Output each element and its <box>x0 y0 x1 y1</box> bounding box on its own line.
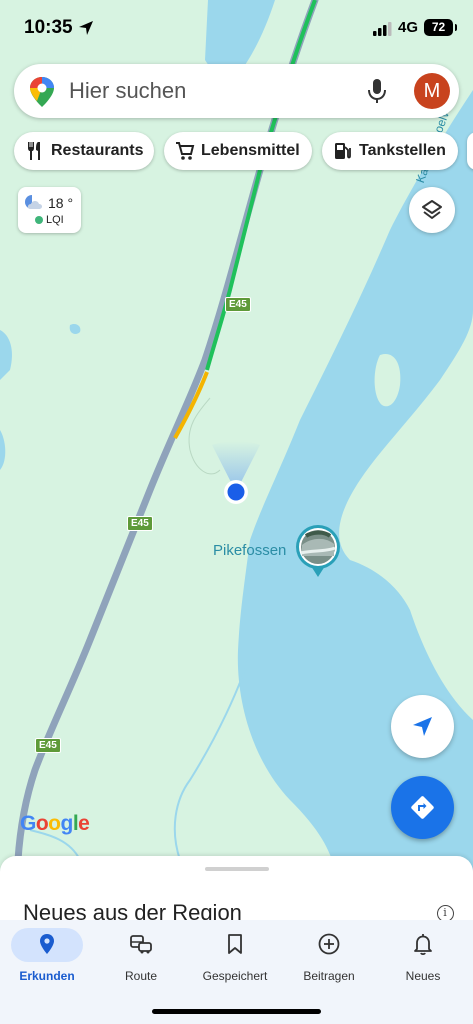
bookmark-icon <box>228 934 242 954</box>
tab-label: Gespeichert <box>202 969 268 983</box>
layers-button[interactable] <box>409 187 455 233</box>
status-time: 10:35 <box>24 17 73 38</box>
home-indicator[interactable] <box>152 1009 321 1014</box>
location-arrow-icon <box>79 21 93 35</box>
search-bar[interactable]: Hier suchen M <box>14 64 459 118</box>
battery-icon: 72 <box>424 19 457 36</box>
restaurant-icon <box>28 142 40 160</box>
chip-lebensmittel[interactable]: Lebensmittel <box>164 132 312 170</box>
search-input[interactable]: Hier suchen <box>69 78 186 104</box>
directions-icon <box>411 796 434 819</box>
chip-label: Restaurants <box>51 142 144 159</box>
partly-cloudy-icon <box>25 195 42 209</box>
layers-icon <box>422 200 442 219</box>
avatar[interactable]: M <box>414 73 450 109</box>
tab-erkunden[interactable]: Erkunden <box>0 926 94 986</box>
chip-more[interactable] <box>467 132 473 170</box>
maps-pin-icon <box>30 77 54 107</box>
chip-tankstellen[interactable]: Tankstellen <box>322 132 458 170</box>
road-label-e45: E45 <box>225 297 251 312</box>
network-type: 4G <box>398 19 419 36</box>
weather-temperature: 18 ° <box>48 195 74 211</box>
directions-button[interactable] <box>391 776 454 839</box>
tab-label: Route <box>124 969 158 983</box>
navigation-arrow-icon <box>413 717 432 736</box>
road-label-e45: E45 <box>35 738 61 753</box>
poi-label[interactable]: Pikefossen <box>213 542 286 559</box>
tab-label: Beitragen <box>303 969 355 983</box>
microphone-icon[interactable] <box>366 77 388 105</box>
bell-icon <box>414 934 432 956</box>
google-logo: Google <box>20 812 90 835</box>
commute-icon <box>130 935 152 954</box>
chip-restaurants[interactable]: Restaurants <box>14 132 154 170</box>
gas-station-icon <box>335 143 351 159</box>
signal-icon <box>373 22 392 36</box>
my-location-button[interactable] <box>391 695 454 758</box>
chip-label: Tankstellen <box>359 142 446 159</box>
air-quality-label: LQI <box>46 214 64 226</box>
status-bar: 10:35 4G 72 <box>0 0 473 56</box>
tab-gespeichert[interactable]: Gespeichert <box>188 926 282 986</box>
air-quality-dot <box>35 216 43 224</box>
tab-beitragen[interactable]: Beitragen <box>282 926 376 986</box>
drag-handle[interactable] <box>205 867 269 871</box>
tab-label: Erkunden <box>19 969 75 983</box>
location-pin-icon <box>40 934 54 954</box>
add-circle-icon <box>318 933 340 955</box>
road-label-e45: E45 <box>127 516 153 531</box>
tab-label: Neues <box>405 969 441 983</box>
chip-label: Lebensmittel <box>201 142 300 159</box>
tab-neues[interactable]: Neues <box>376 926 470 986</box>
shopping-cart-icon <box>176 142 195 160</box>
weather-widget[interactable]: 18 ° LQI <box>18 187 81 233</box>
tab-route[interactable]: Route <box>94 926 188 986</box>
